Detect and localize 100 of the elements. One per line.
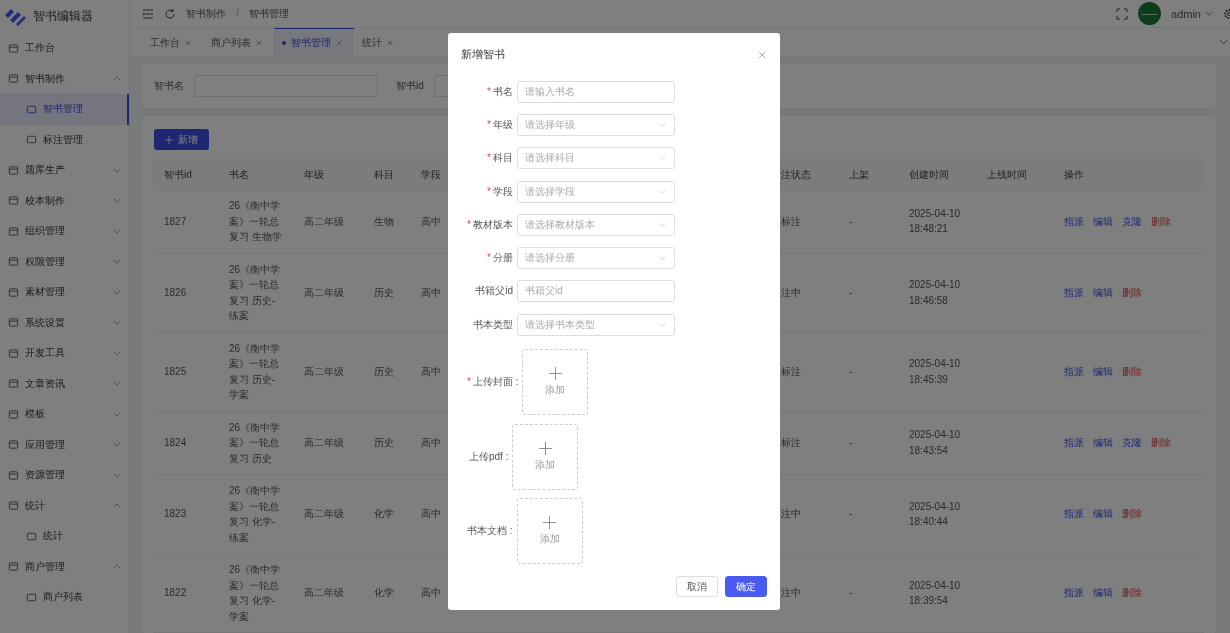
field-label: 智书id [396, 79, 424, 93]
select-field[interactable]: 请选择教材版本 [517, 213, 675, 236]
select-field[interactable]: 请选择年级 [517, 113, 675, 136]
chevron-icon [113, 76, 121, 82]
select-field[interactable]: 请选择学段 [517, 180, 675, 203]
menu-item-icon [8, 42, 19, 54]
sidebar-item[interactable]: 应用管理 [0, 429, 129, 460]
table-cell-text: 标注 [781, 364, 801, 379]
add-button[interactable]: 新增 [154, 129, 209, 150]
sidebar-item[interactable]: 开发工具 [0, 338, 129, 369]
sidebar-subitem[interactable]: 商户列表 [0, 582, 129, 613]
action-link[interactable]: 指派 [1064, 284, 1084, 301]
menu-item-icon [8, 408, 19, 420]
table-cell-text: 标注 [781, 436, 801, 450]
sidebar-item[interactable]: 商户管理 [0, 551, 129, 582]
close-icon[interactable] [185, 39, 191, 46]
action-link[interactable]: 编辑 [1093, 435, 1113, 451]
menu-item-icon [8, 500, 19, 512]
sidebar-item[interactable]: 素材管理 [0, 277, 129, 308]
tab[interactable]: 商户列表 [203, 28, 274, 56]
table-cell-text: 历史 [374, 285, 394, 300]
chevron-icon [659, 189, 666, 194]
select-field[interactable]: 请选择科目 [517, 147, 675, 170]
cancel-button[interactable]: 取消 [676, 576, 718, 597]
action-link[interactable]: 删除 [1122, 363, 1142, 380]
menu-item-icon [8, 439, 19, 451]
action-link[interactable]: 指派 [1064, 435, 1084, 451]
chevron-icon[interactable] [1219, 39, 1228, 46]
tab[interactable]: 智书管理 [274, 28, 354, 56]
action-link[interactable]: 编辑 [1093, 585, 1113, 601]
tab[interactable]: 工作台 [142, 28, 203, 56]
menu-item-icon [8, 561, 19, 573]
action-link[interactable]: 指派 [1064, 363, 1084, 380]
action-link[interactable]: 删除 [1122, 284, 1142, 301]
action-link[interactable]: 删除 [1122, 585, 1142, 601]
select-field[interactable]: 请选择分册 [517, 247, 675, 270]
close-icon[interactable] [758, 50, 766, 59]
action-link[interactable]: 克隆 [1122, 435, 1142, 451]
table-cell-text: 2025-04-10 18:48:21 [909, 206, 962, 237]
sidebar-item[interactable]: 系统设置 [0, 307, 129, 338]
table-cell-text: 高中 [421, 586, 441, 601]
table-cell-text: 标注 [781, 214, 801, 229]
close-icon[interactable] [336, 39, 342, 46]
upload-button[interactable]: 添加 [512, 424, 579, 491]
column-header: 科目 [374, 167, 394, 182]
close-icon[interactable] [256, 39, 262, 46]
menu-icon[interactable] [142, 7, 154, 20]
action-link[interactable]: 编辑 [1093, 363, 1113, 380]
action-link[interactable]: 编辑 [1093, 506, 1113, 522]
dialog-title: 新增智书 [461, 47, 505, 62]
sidebar-item[interactable]: 校本制作 [0, 185, 129, 216]
menu-item-icon [8, 317, 19, 329]
field-label: * 分册 [486, 251, 514, 266]
sidebar-item[interactable]: 文章资讯 [0, 368, 129, 399]
action-link[interactable]: 编辑 [1093, 213, 1113, 229]
sidebar-item[interactable]: 模板 [0, 399, 129, 430]
user-name[interactable]: admin [1171, 7, 1201, 20]
breadcrumb-item[interactable]: 智书管理 [248, 6, 289, 21]
sidebar-item[interactable]: 智书制作 [0, 63, 129, 94]
table-cell-text: 注中 [781, 586, 801, 601]
action-link[interactable]: 指派 [1064, 506, 1084, 522]
refresh-icon[interactable] [164, 7, 176, 20]
select-field[interactable]: 请选择书本类型 [517, 313, 675, 336]
breadcrumb-item[interactable]: 智书制作 [186, 6, 226, 21]
action-link[interactable]: 指派 [1064, 213, 1084, 229]
action-link[interactable]: 删除 [1151, 435, 1171, 451]
submenu-icon [26, 591, 37, 603]
field-label: 书本类型 [472, 317, 514, 332]
field-label: * 上传封面 : [467, 375, 520, 390]
menu-item-icon [8, 347, 19, 359]
input-field[interactable]: 请输入书名 [517, 80, 675, 103]
submenu-icon [26, 103, 37, 115]
upload-button[interactable]: 添加 [516, 498, 583, 565]
sidebar-item[interactable]: 资源管理 [0, 460, 129, 491]
table-cell-text: - [849, 586, 853, 601]
chevron-icon [113, 259, 121, 265]
fullscreen-icon[interactable] [1116, 7, 1129, 20]
sidebar-item[interactable]: 统计 [0, 490, 129, 521]
sidebar-item[interactable]: 工作台 [0, 33, 129, 64]
confirm-button[interactable]: 确定 [725, 576, 767, 597]
action-link[interactable]: 克隆 [1122, 213, 1142, 229]
table-cell-text: - [849, 364, 853, 379]
sidebar-item[interactable]: 题库生产 [0, 155, 129, 186]
action-link[interactable]: 删除 [1151, 213, 1171, 229]
sidebar-item[interactable]: 权限管理 [0, 246, 129, 277]
action-link[interactable]: 指派 [1064, 585, 1084, 601]
table-cell-text: 高中 [421, 214, 441, 229]
action-link[interactable]: 删除 [1122, 506, 1142, 522]
chevron-icon [659, 222, 666, 227]
sidebar-subitem[interactable]: 智书管理 [0, 94, 129, 125]
avatar[interactable] [1138, 2, 1162, 26]
upload-button[interactable]: 添加 [522, 349, 589, 416]
sidebar-subitem[interactable]: 统计 [0, 521, 129, 552]
chevron-icon [113, 320, 121, 326]
action-link[interactable]: 编辑 [1093, 284, 1113, 301]
close-icon[interactable] [387, 39, 393, 46]
input-field[interactable]: 书籍父id [517, 280, 675, 303]
sidebar-item[interactable]: 组织管理 [0, 216, 129, 247]
tab[interactable]: 统计 [354, 28, 405, 56]
column-header: 上线时间 [987, 167, 1027, 182]
